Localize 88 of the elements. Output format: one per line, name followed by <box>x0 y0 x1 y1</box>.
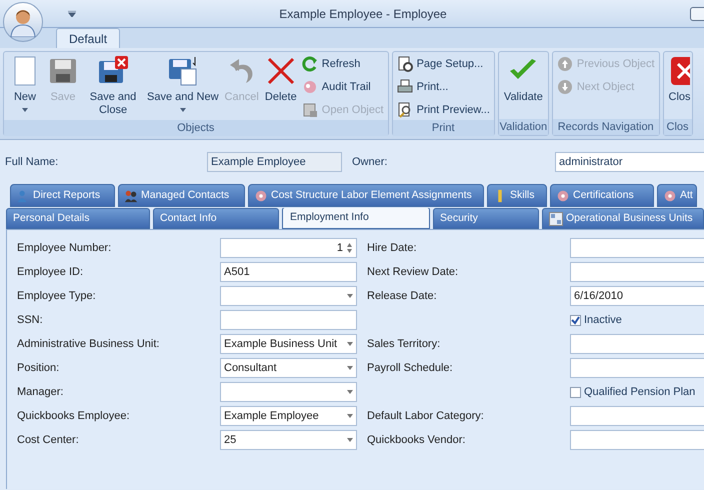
document-icon <box>302 102 318 118</box>
tab[interactable]: Direct Reports <box>10 184 115 207</box>
field-label: SSN: <box>17 312 44 328</box>
tab[interactable]: Skills <box>487 184 547 207</box>
ribbon-button[interactable]: Delete <box>262 53 300 117</box>
field-label: Release Date: <box>367 288 438 304</box>
person-icon <box>9 7 37 37</box>
input-field[interactable] <box>570 430 704 450</box>
group-label: Print <box>392 120 494 136</box>
caret-icon <box>347 294 353 298</box>
window-title: Example Employee - Employee <box>278 6 448 22</box>
ribbon-tab[interactable]: Default <box>56 28 120 48</box>
caret-icon <box>347 390 353 394</box>
input-field[interactable]: 6/16/2010 <box>570 286 704 306</box>
ribbon-button[interactable]: Save and Close <box>82 53 144 117</box>
field-label: Hire Date: <box>367 240 418 256</box>
ribbon-button[interactable]: Save and New <box>144 53 222 117</box>
down-arrow-circle-icon <box>556 79 573 95</box>
input-field[interactable]: A501 <box>220 262 357 282</box>
field-label: Payroll Schedule: <box>367 360 454 376</box>
field-label: Employee Type: <box>17 288 97 304</box>
field-label: Employee ID: <box>17 264 84 280</box>
group-label: Clos <box>664 119 692 135</box>
field-label: Default Labor Category: <box>367 408 485 424</box>
refresh-icon <box>302 56 318 72</box>
floppy-disk-icon <box>166 55 199 87</box>
magnifier-page-icon <box>396 102 413 118</box>
caret-icon <box>22 108 28 112</box>
checkbox[interactable]: Inactive <box>570 312 622 328</box>
field-label: Administrative Business Unit: <box>17 336 160 352</box>
field-label: Cost Center: <box>17 432 80 448</box>
tab[interactable]: Att <box>657 184 697 207</box>
ribbon-small-button[interactable]: Audit Trail <box>302 77 384 97</box>
checkbox[interactable]: Qualified Pension Plan <box>570 384 696 400</box>
group-label: Records Navigation <box>552 119 659 135</box>
tab[interactable]: Cost Structure Labor Element Assignments <box>248 184 484 207</box>
ribbon-small-button[interactable]: Page Setup... <box>396 54 490 74</box>
tab[interactable]: Contact Info <box>153 208 279 229</box>
input-field[interactable] <box>570 406 704 426</box>
grid-icon <box>549 212 563 226</box>
ribbon-small-button[interactable]: Print Preview... <box>396 100 490 120</box>
field-label: Quickbooks Employee: <box>17 408 130 424</box>
dropdown-field[interactable]: 25 <box>220 430 357 450</box>
dropdown-field[interactable] <box>220 382 357 402</box>
tab[interactable]: Security <box>433 208 539 229</box>
tab[interactable]: Managed Contacts <box>118 184 245 207</box>
dropdown-field[interactable] <box>220 286 357 306</box>
group-label: Validation <box>498 119 548 135</box>
dropdown-field[interactable]: Consultant <box>220 358 357 378</box>
tab[interactable]: Employment Info <box>282 208 430 229</box>
caret-icon <box>180 108 186 112</box>
ribbon-small-button[interactable]: Print... <box>396 77 490 97</box>
full-name-field[interactable]: Example Employee <box>207 152 342 172</box>
minimize-button[interactable] <box>690 6 704 20</box>
tab[interactable]: Personal Details <box>6 208 150 229</box>
spinner-icon <box>346 242 353 254</box>
dropdown-field[interactable]: Example Business Unit <box>220 334 357 354</box>
caret-icon <box>347 414 353 418</box>
field-label: Manager: <box>17 384 64 400</box>
field-label: Employee Number: <box>17 240 112 256</box>
caret-icon <box>347 438 353 442</box>
ribbon-small-button[interactable]: Refresh <box>302 54 384 74</box>
input-field[interactable] <box>570 238 704 258</box>
dropdown-field[interactable]: Example Employee <box>220 406 357 426</box>
caret-icon[interactable] <box>68 10 76 16</box>
input-field[interactable]: 1 <box>220 238 357 258</box>
field-label: Full Name: <box>5 154 60 170</box>
input-field[interactable] <box>220 310 357 330</box>
printer-icon <box>396 79 413 95</box>
ribbon-button[interactable]: New <box>6 53 44 117</box>
tab[interactable]: Operational Business Units <box>542 208 704 229</box>
owner-field[interactable]: administrator <box>555 152 704 172</box>
ribbon-button[interactable]: Validate <box>500 53 546 117</box>
field-label: Owner: <box>352 154 388 170</box>
field-label: Quickbooks Vendor: <box>367 432 466 448</box>
up-arrow-circle-icon <box>556 56 573 72</box>
application-menu-button[interactable] <box>3 2 43 42</box>
input-field[interactable] <box>570 262 704 282</box>
field-label: Sales Territory: <box>367 336 442 352</box>
field-label: Next Review Date: <box>367 264 460 280</box>
input-field[interactable] <box>570 334 704 354</box>
tab[interactable]: Certifications <box>550 184 654 207</box>
caret-icon <box>347 342 353 346</box>
caret-icon <box>347 366 353 370</box>
checkmark-icon <box>571 316 580 324</box>
group-label: Objects <box>4 120 388 136</box>
field-label: Position: <box>17 360 60 376</box>
input-field[interactable] <box>570 358 704 378</box>
